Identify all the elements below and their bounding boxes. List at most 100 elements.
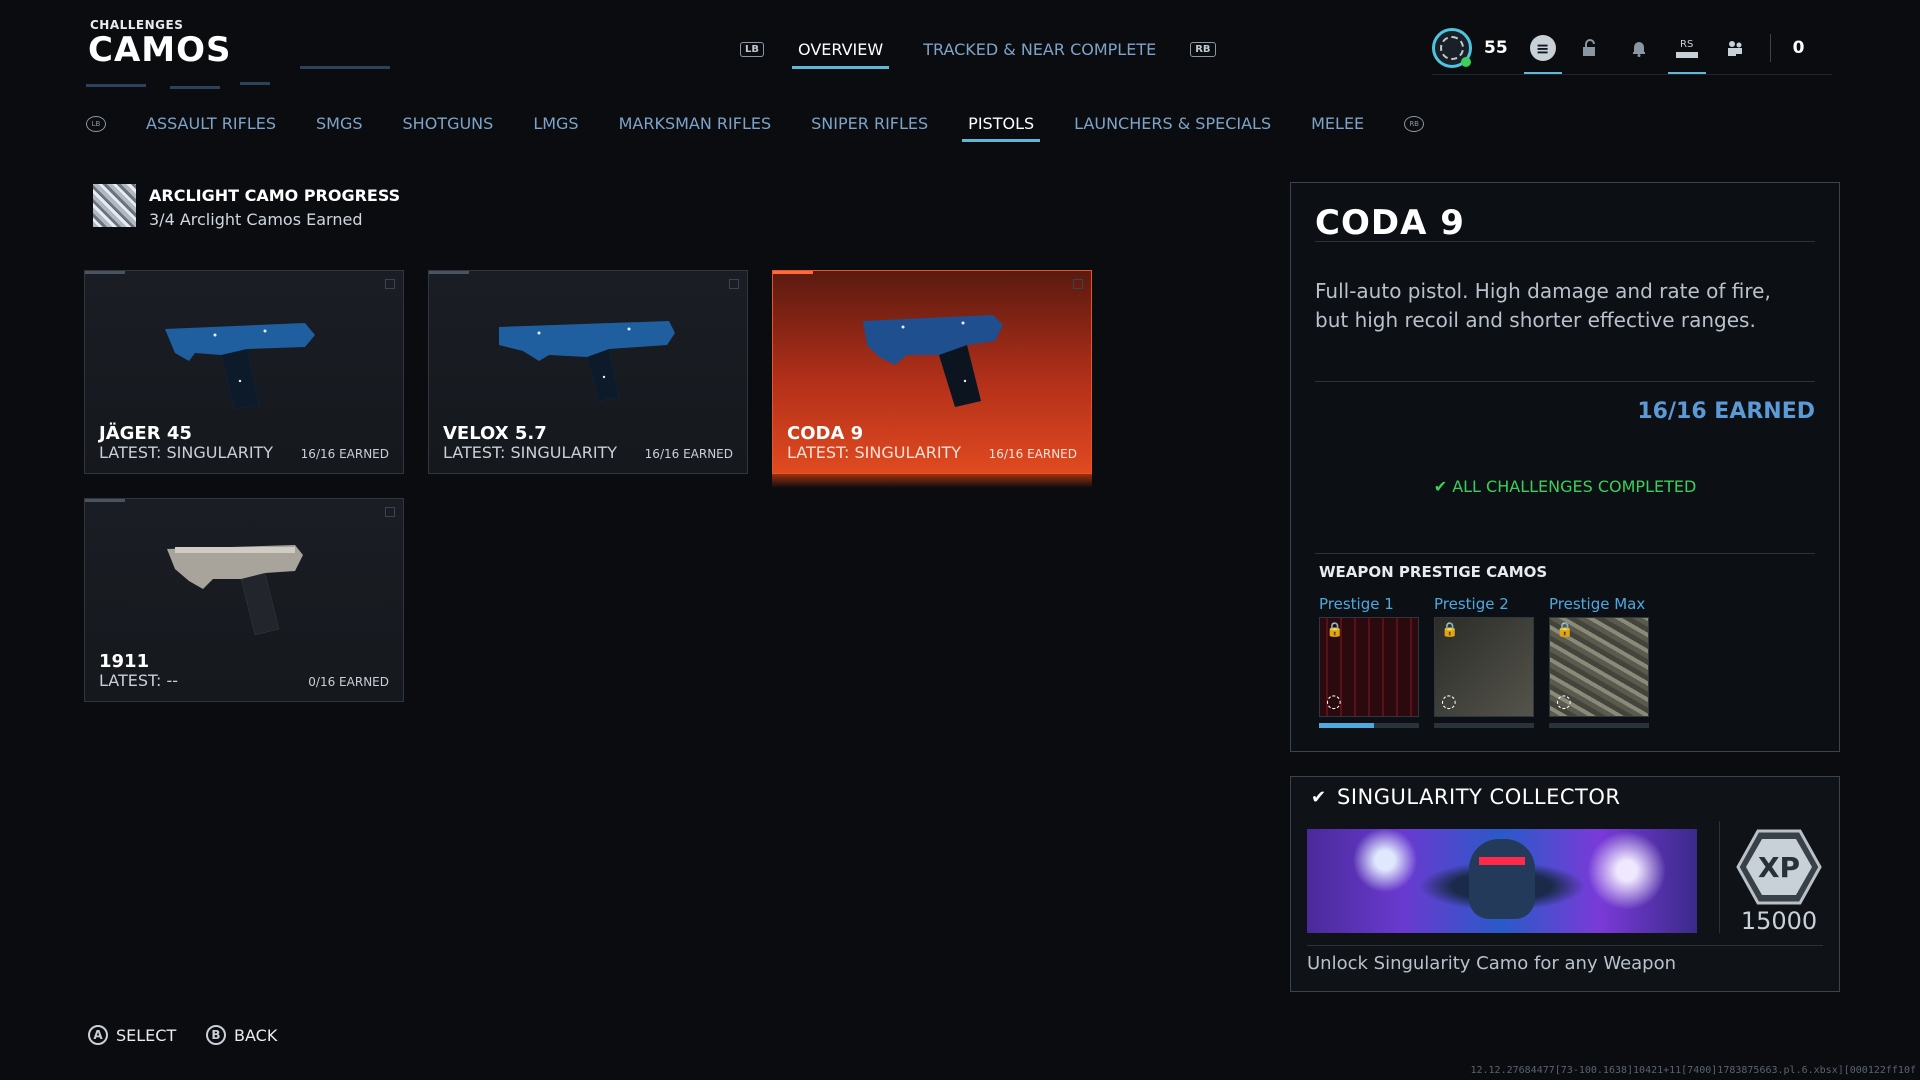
weapon-name: 1911 bbox=[99, 651, 150, 672]
footer-back-hint[interactable]: B BACK bbox=[206, 1025, 277, 1045]
xp-reward-value: 15000 bbox=[1740, 907, 1818, 935]
prestige-label: Prestige Max bbox=[1549, 595, 1646, 613]
operator-head-shape bbox=[1469, 839, 1535, 919]
header-rule bbox=[1432, 74, 1832, 75]
tab-tracked-near-complete[interactable]: TRACKED & NEAR COMPLETE bbox=[917, 38, 1162, 61]
detail-divider bbox=[1315, 241, 1815, 242]
footer-select-hint[interactable]: A SELECT bbox=[88, 1025, 176, 1045]
tab-smgs[interactable]: SMGS bbox=[316, 114, 363, 133]
prestige-camo-swatch: 🔒 ◌ bbox=[1434, 617, 1534, 717]
menu-icon[interactable]: ≡ bbox=[1523, 35, 1562, 75]
status-divider bbox=[1769, 34, 1771, 62]
player-level-badge[interactable] bbox=[1432, 28, 1472, 68]
select-label: SELECT bbox=[116, 1025, 177, 1045]
title-glitch-decoration bbox=[240, 82, 270, 85]
card-top-accent bbox=[85, 271, 125, 274]
emblem-icon bbox=[1440, 36, 1464, 60]
tab-pistols[interactable]: PISTOLS bbox=[962, 114, 1041, 142]
prestige-camo-swatch: 🔒 ◌ bbox=[1319, 617, 1419, 717]
rs-hint-bar bbox=[1675, 51, 1698, 58]
selected-card-glow bbox=[772, 474, 1092, 488]
all-challenges-completed: ✔ ALL CHALLENGES COMPLETED bbox=[1291, 477, 1839, 496]
weapon-name: VELOX 5.7 bbox=[443, 423, 547, 444]
weapon-card-jager-45[interactable]: JÄGER 45 LATEST: SINGULARITY 16/16 EARNE… bbox=[84, 270, 404, 474]
check-icon: ✔ bbox=[1311, 787, 1327, 808]
tab-overview[interactable]: OVERVIEW bbox=[792, 38, 890, 69]
build-debug-string: 12.12.27684477[73-100.1638]10421+11[7400… bbox=[1470, 1065, 1916, 1076]
card-top-accent bbox=[773, 271, 813, 274]
online-status-dot bbox=[1461, 57, 1471, 67]
lock-icon: 🔒 bbox=[1556, 622, 1574, 638]
prestige-camos-title: WEAPON PRESTIGE CAMOS bbox=[1319, 563, 1548, 581]
prestige-progress-bar bbox=[1319, 723, 1419, 728]
lock-icon: 🔒 bbox=[1326, 622, 1344, 638]
pistol-icon bbox=[165, 323, 315, 409]
card-top-accent bbox=[429, 271, 469, 274]
weapon-card-velox-5-7[interactable]: VELOX 5.7 LATEST: SINGULARITY 16/16 EARN… bbox=[428, 270, 748, 474]
xp-badge-icon: XP bbox=[1736, 829, 1822, 905]
a-button-icon: A bbox=[88, 1025, 108, 1045]
camo-progress-title: ARCLIGHT CAMO PROGRESS bbox=[149, 186, 401, 205]
tab-melee[interactable]: MELEE bbox=[1311, 114, 1364, 133]
pistol-icon bbox=[167, 545, 303, 635]
card-corner-marker bbox=[1073, 279, 1083, 289]
tab-launchers-specials[interactable]: LAUNCHERS & SPECIALS bbox=[1074, 114, 1271, 133]
rs-hint-label: RS bbox=[1680, 38, 1694, 50]
weapon-latest-camo: LATEST: -- bbox=[99, 671, 179, 690]
tab-shotguns[interactable]: SHOTGUNS bbox=[403, 114, 494, 133]
card-corner-marker bbox=[385, 279, 395, 289]
top-tabs: LB OVERVIEW TRACKED & NEAR COMPLETE RB bbox=[740, 38, 1216, 69]
weapon-name: CODA 9 bbox=[787, 423, 864, 444]
weapon-earned-count: 16/16 EARNED bbox=[644, 447, 733, 461]
pistol-icon bbox=[499, 321, 675, 401]
title-glitch-decoration bbox=[170, 86, 220, 89]
rs-button-hint[interactable]: RS bbox=[1667, 35, 1706, 75]
back-label: BACK bbox=[234, 1025, 278, 1045]
prestige-label: Prestige 2 bbox=[1434, 595, 1509, 613]
social-icon[interactable] bbox=[1722, 35, 1748, 61]
lb-button-hint: LB bbox=[740, 42, 764, 57]
tab-marksman-rifles[interactable]: MARKSMAN RIFLES bbox=[619, 114, 772, 133]
card-corner-marker bbox=[729, 279, 739, 289]
detail-divider bbox=[1315, 553, 1815, 554]
rb-button-hint: RB bbox=[1190, 42, 1216, 57]
detail-weapon-description: Full-auto pistol. High damage and rate o… bbox=[1315, 279, 1771, 332]
pistol-icon bbox=[863, 315, 1003, 407]
weapon-card-coda-9[interactable]: CODA 9 LATEST: SINGULARITY 16/16 EARNED bbox=[772, 270, 1092, 474]
singularity-calling-card-image bbox=[1307, 829, 1697, 933]
title-glitch-decoration bbox=[86, 84, 146, 87]
tab-lmgs[interactable]: LMGS bbox=[533, 114, 578, 133]
completed-label: ALL CHALLENGES COMPLETED bbox=[1452, 477, 1697, 496]
prestige-label: Prestige 1 bbox=[1319, 595, 1394, 613]
weapon-card-1911[interactable]: 1911 LATEST: -- 0/16 EARNED bbox=[84, 498, 404, 702]
rb-category-hint: RB bbox=[1404, 115, 1425, 132]
swirl-icon: ◌ bbox=[1441, 691, 1457, 712]
reward-title: SINGULARITY COLLECTOR bbox=[1337, 785, 1621, 809]
lock-icon: 🔒 bbox=[1441, 622, 1459, 638]
detail-weapon-name: CODA 9 bbox=[1315, 203, 1465, 243]
prestige-camo-swatch: 🔒 ◌ bbox=[1549, 617, 1649, 717]
xp-badge-label: XP bbox=[1758, 851, 1800, 884]
page-title: CAMOS bbox=[88, 30, 232, 70]
weapon-latest-camo: LATEST: SINGULARITY bbox=[99, 443, 274, 462]
weapon-name: JÄGER 45 bbox=[99, 423, 192, 444]
camo-progress-subtitle: 3/4 Arclight Camos Earned bbox=[149, 210, 363, 229]
tab-assault-rifles[interactable]: ASSAULT RIFLES bbox=[146, 114, 276, 133]
lb-category-hint: LB bbox=[86, 115, 106, 132]
swirl-icon: ◌ bbox=[1326, 691, 1342, 712]
prestige-camo-max[interactable]: Prestige Max 🔒 ◌ bbox=[1549, 595, 1649, 728]
checkmark-icon: ✔ bbox=[1433, 477, 1448, 496]
weapon-detail-panel: CODA 9 Full-auto pistol. High damage and… bbox=[1290, 182, 1840, 752]
tab-sniper-rifles[interactable]: SNIPER RIFLES bbox=[811, 114, 928, 133]
weapon-latest-camo: LATEST: SINGULARITY bbox=[443, 443, 618, 462]
prestige-camo-1[interactable]: Prestige 1 🔒 ◌ bbox=[1319, 595, 1419, 728]
store-lock-icon[interactable] bbox=[1578, 35, 1604, 61]
detail-divider bbox=[1315, 381, 1815, 382]
reward-description: Unlock Singularity Camo for any Weapon bbox=[1307, 953, 1677, 974]
notification-bell-icon[interactable] bbox=[1626, 35, 1652, 61]
prestige-camo-2[interactable]: Prestige 2 🔒 ◌ bbox=[1434, 595, 1534, 728]
operator-visor-shape bbox=[1479, 857, 1525, 865]
arclight-camo-thumbnail bbox=[93, 184, 136, 227]
weapon-latest-camo: LATEST: SINGULARITY bbox=[787, 443, 962, 462]
prestige-progress-bar bbox=[1549, 723, 1649, 728]
